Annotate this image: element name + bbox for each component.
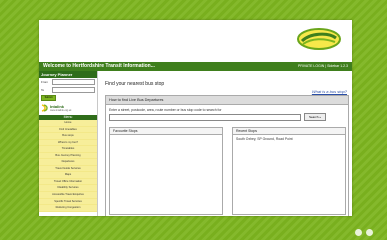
website-screenshot: Welcome to Hertfordshire Transit Informa… bbox=[39, 20, 352, 216]
help-link[interactable]: What is a bus stop? bbox=[312, 89, 347, 94]
journey-submit-button[interactable]: Submit bbox=[41, 95, 56, 101]
header-links[interactable]: PRIVATE LOGIN | Sidebar 1.2.3 bbox=[298, 62, 348, 71]
intalink-mark-icon bbox=[41, 104, 48, 112]
site-header: Welcome to Hertfordshire Transit Informa… bbox=[39, 62, 352, 71]
to-row: To bbox=[39, 86, 97, 94]
recent-stops-title: Recent Stops bbox=[233, 128, 345, 135]
carousel-dot[interactable] bbox=[366, 229, 373, 236]
carousel-dot[interactable] bbox=[355, 229, 362, 236]
departures-panel: How to find Live Bus Departures Enter a … bbox=[105, 95, 349, 216]
favourite-stops-list: Favourite Stops bbox=[109, 127, 223, 215]
logo-area bbox=[39, 20, 352, 62]
from-row: From bbox=[39, 78, 97, 86]
from-label: From bbox=[41, 80, 48, 84]
intalink-logo-icon bbox=[297, 28, 341, 50]
panel-title: How to find Live Bus Departures bbox=[106, 96, 348, 105]
site-title: Welcome to Hertfordshire Transit Informa… bbox=[43, 63, 155, 69]
journey-planner-title: Journey Planner bbox=[39, 71, 97, 78]
sidebar: Journey Planner From To Submit Intalink … bbox=[39, 71, 98, 216]
stop-search-input[interactable] bbox=[109, 114, 301, 121]
list-item[interactable]: South Oxhey, SP Ground, Road Point bbox=[233, 135, 345, 143]
intalink-sidebar-brand[interactable]: Intalink www.intalink.org.uk bbox=[39, 102, 97, 114]
brand-url: www.intalink.org.uk bbox=[50, 108, 72, 112]
carousel-dots bbox=[355, 229, 373, 236]
search-instructions: Enter a street, postcode, area, route nu… bbox=[109, 108, 222, 112]
search-button[interactable]: Search » bbox=[304, 113, 326, 121]
menu-item[interactable]: Reducing Congestion bbox=[39, 205, 97, 212]
favourite-stops-title: Favourite Stops bbox=[110, 128, 222, 135]
recent-stops-list: Recent Stops South Oxhey, SP Ground, Roa… bbox=[232, 127, 346, 215]
to-label: To bbox=[41, 88, 45, 92]
main-content: Find your nearest bus stop What is a bus… bbox=[101, 71, 349, 216]
sidebar-menu: Menu Home Find timetables Bus stops Wher… bbox=[39, 115, 97, 212]
from-input[interactable] bbox=[52, 79, 95, 85]
to-input[interactable] bbox=[52, 87, 95, 93]
page-title: Find your nearest bus stop bbox=[105, 81, 165, 87]
